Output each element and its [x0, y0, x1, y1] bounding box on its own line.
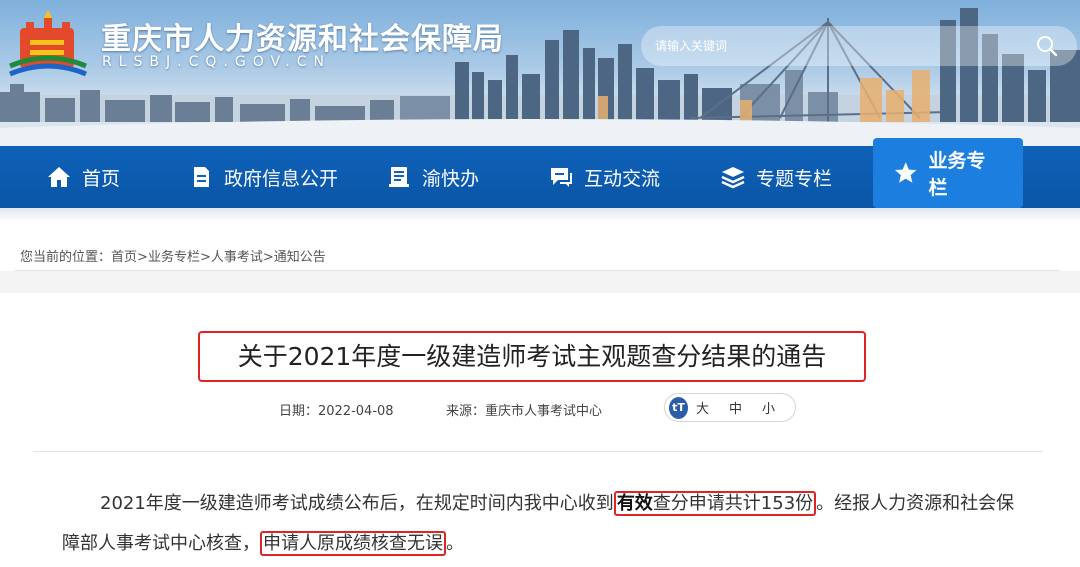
- source-value: 重庆市人事考试中心: [485, 404, 603, 419]
- breadcrumb: 您当前的位置：首页>业务专栏>人事考试>通知公告: [20, 246, 326, 265]
- font-large-button[interactable]: 大: [696, 398, 709, 417]
- breadcrumb-exam[interactable]: 人事考试: [211, 250, 263, 265]
- article-date: 日期：2022-04-08: [279, 400, 394, 419]
- nav-item-special-topics[interactable]: 专题专栏: [720, 146, 832, 208]
- nav-item-home[interactable]: 首页: [46, 146, 120, 208]
- highlight-text: 申请人原成绩核查无误: [263, 533, 443, 554]
- highlight-box: 有效查分申请共计153份: [613, 491, 817, 516]
- nav-label: 业务专栏: [928, 150, 986, 199]
- article-title: 关于2021年度一级建造师考试主观题查分结果的通告: [198, 331, 866, 382]
- nav-label: 专题专栏: [756, 167, 833, 190]
- article-body: 2021年度一级建造师考试成绩公布后，在规定时间内我中心收到 有效查分申请共计15…: [62, 484, 1022, 564]
- body-text: 。: [446, 533, 464, 554]
- highlight-text: 查分申请共计153份: [652, 493, 814, 514]
- highlight-box: 申请人原成绩核查无误: [260, 531, 446, 556]
- nav-item-interaction[interactable]: 互动交流: [548, 146, 660, 208]
- font-small-button[interactable]: 小: [762, 398, 775, 417]
- breadcrumb-separator: >: [137, 250, 148, 265]
- breadcrumb-notice[interactable]: 通知公告: [274, 250, 326, 265]
- search-placeholder: 请输入关键词: [655, 39, 728, 53]
- nav-item-business[interactable]: 业务专栏: [873, 138, 1023, 208]
- date-value: 2022-04-08: [318, 404, 394, 419]
- nav-label: 渝快办: [422, 167, 480, 190]
- search-icon[interactable]: [1035, 34, 1059, 58]
- site-domain: RLSBJ.CQ.GOV.CN: [102, 54, 331, 70]
- body-text: 2021年度一级建造师考试成绩公布后，在规定时间内我中心收到: [100, 493, 614, 514]
- site-title: 重庆市人力资源和社会保障局: [101, 22, 504, 57]
- home-icon: [48, 167, 70, 187]
- nav-label: 政府信息公开: [224, 167, 339, 190]
- highlight-bold-text: 有效: [616, 493, 653, 514]
- font-size-control: tT 大 中 小: [664, 393, 796, 422]
- font-size-icon: tT: [669, 396, 688, 419]
- header-banner: 重庆市人力资源和社会保障局 RLSBJ.CQ.GOV.CN 请输入关键词: [0, 0, 1080, 146]
- layers-icon: [721, 167, 745, 189]
- main-nav: 首页 政府信息公开 渝快办 互动交流 专题专栏 业务专栏: [0, 138, 1080, 208]
- font-medium-button[interactable]: 中: [729, 398, 742, 417]
- logo-emblem: [9, 10, 87, 77]
- nav-label: 首页: [82, 167, 121, 190]
- breadcrumb-prefix: 您当前的位置：: [20, 250, 112, 265]
- breadcrumb-separator: >: [262, 250, 274, 265]
- breadcrumb-home[interactable]: 首页: [111, 250, 137, 265]
- nav-shadow: [0, 208, 1080, 222]
- section-gap: [0, 271, 1080, 293]
- chat-icon: [551, 168, 572, 187]
- nav-item-gov-info[interactable]: 政府信息公开: [188, 146, 338, 208]
- book-icon: [389, 167, 409, 187]
- article-source: 来源：重庆市人事考试中心: [446, 400, 602, 419]
- date-label: 日期：: [279, 404, 319, 419]
- breadcrumb-business[interactable]: 业务专栏: [148, 250, 200, 265]
- document-icon: [194, 167, 209, 187]
- search-input[interactable]: 请输入关键词: [641, 26, 1077, 66]
- article-divider: [33, 451, 1043, 452]
- source-label: 来源：: [446, 404, 486, 419]
- nav-item-yukuaiban[interactable]: 渝快办: [386, 146, 479, 208]
- star-icon: [894, 162, 917, 183]
- nav-label: 互动交流: [584, 167, 661, 190]
- breadcrumb-separator: >: [199, 250, 211, 265]
